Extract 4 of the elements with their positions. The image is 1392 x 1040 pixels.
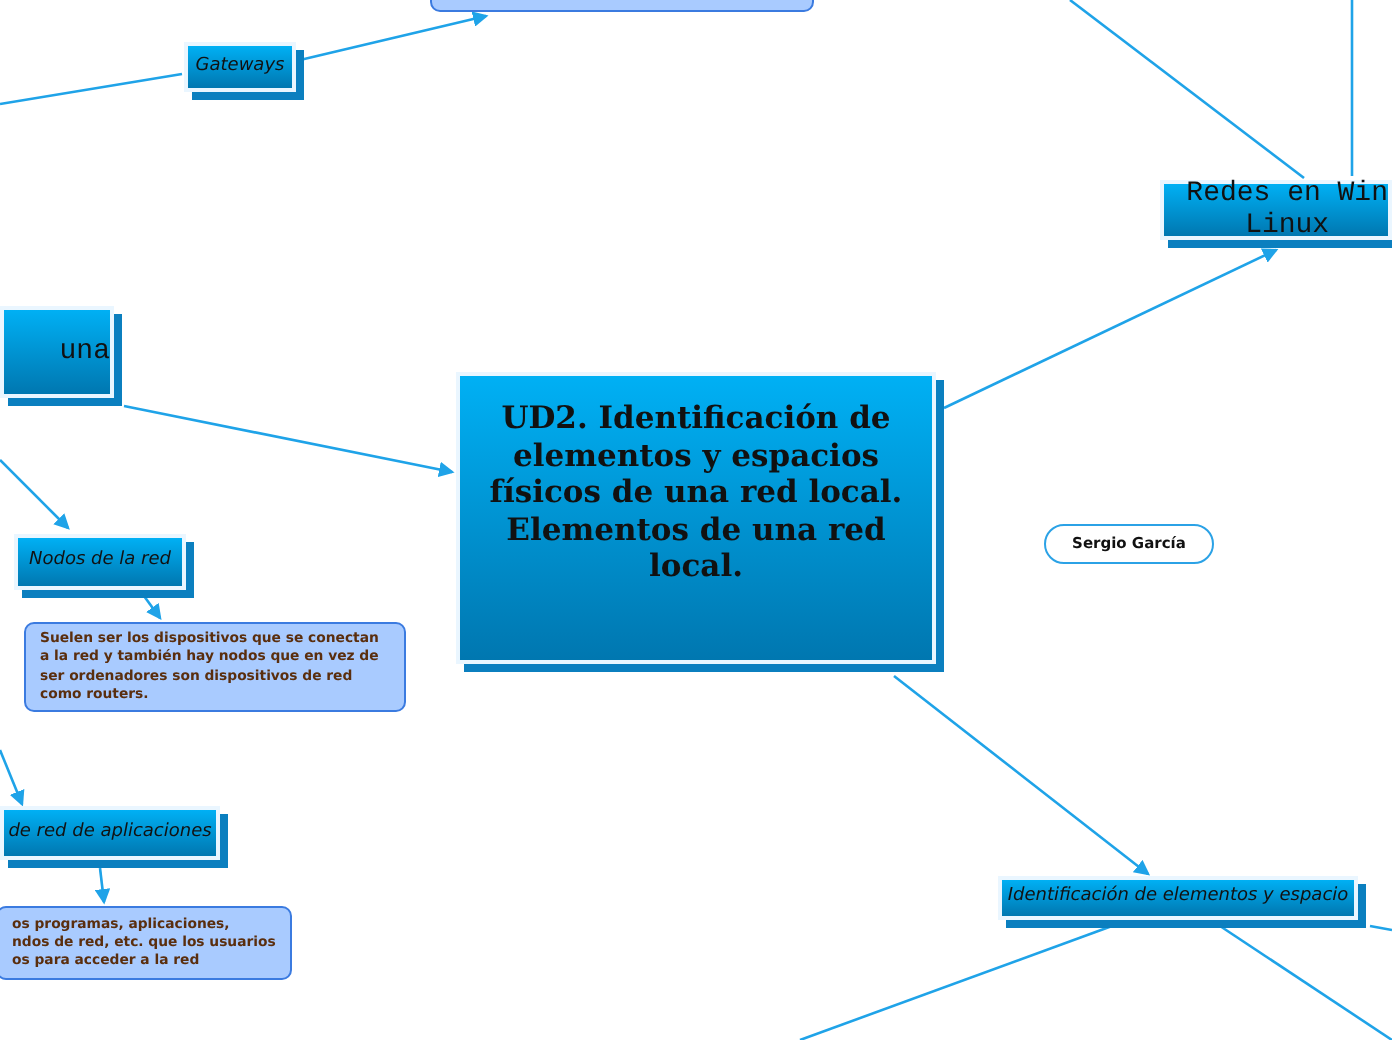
connector-arrow bbox=[0, 749, 25, 807]
connector-arrow bbox=[94, 867, 111, 905]
connector-arrow bbox=[0, 459, 70, 530]
connector-arrow bbox=[142, 595, 162, 621]
